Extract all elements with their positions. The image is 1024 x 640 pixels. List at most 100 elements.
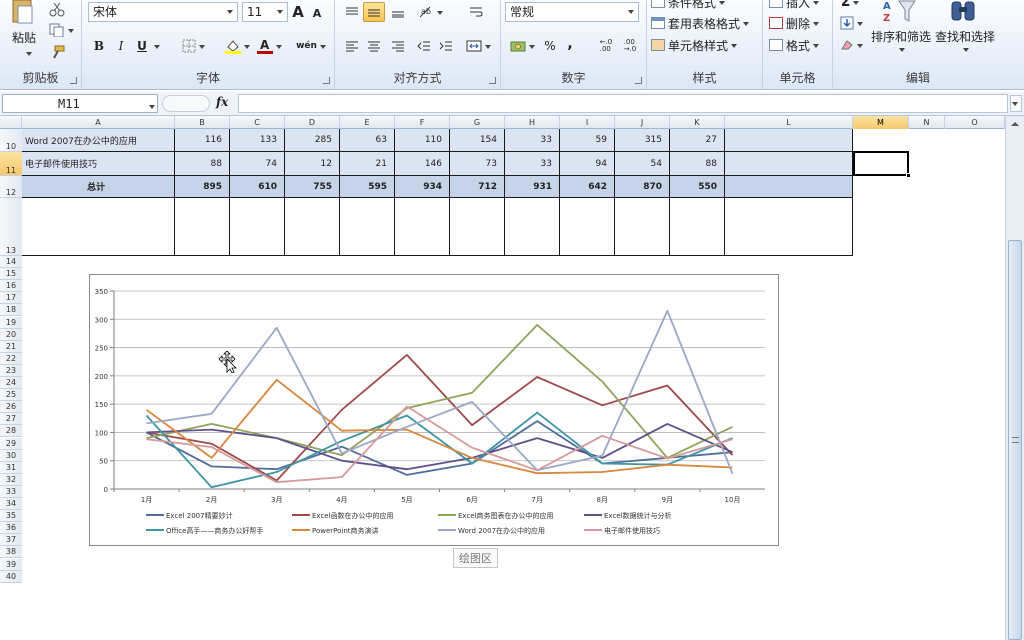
column-header[interactable]: D	[285, 116, 340, 129]
bold-button[interactable]: B	[90, 36, 108, 56]
column-header[interactable]: M	[853, 116, 909, 129]
empty-cell[interactable]	[22, 198, 175, 256]
value-cell[interactable]: 94	[560, 152, 615, 176]
name-box[interactable]: M11	[2, 94, 158, 113]
find-binoculars-icon[interactable]	[947, 0, 979, 26]
column-header[interactable]: O	[945, 116, 1005, 129]
row-header[interactable]: 30	[0, 449, 22, 462]
row-header[interactable]: 39	[0, 558, 22, 571]
delete-cells-button[interactable]: 删除	[769, 14, 820, 32]
value-cell[interactable]: 88	[670, 152, 725, 176]
vertical-scrollbar[interactable]	[1005, 116, 1024, 640]
value-cell[interactable]: 154	[450, 129, 505, 152]
value-cell[interactable]: 285	[285, 129, 340, 152]
row-header[interactable]: 26	[0, 401, 22, 414]
conditional-format-button[interactable]: 条件格式	[651, 0, 726, 11]
value-cell[interactable]: 59	[560, 129, 615, 152]
paste-icon[interactable]	[6, 0, 40, 24]
row-header[interactable]: 40	[0, 570, 22, 583]
empty-cell[interactable]	[725, 198, 853, 256]
cut-icon[interactable]	[48, 2, 66, 18]
value-cell[interactable]: 895	[175, 176, 230, 198]
scroll-thumb[interactable]	[1008, 240, 1022, 640]
sort-filter-icon[interactable]: AZ	[873, 0, 929, 26]
row-header[interactable]: 11	[0, 152, 22, 176]
row-header[interactable]: 23	[0, 364, 22, 377]
fill-icon[interactable]	[839, 14, 863, 32]
format-cells-button[interactable]: 格式	[769, 36, 820, 54]
value-cell[interactable]: 595	[340, 176, 395, 198]
find-select-button[interactable]: 查找和选择	[933, 28, 997, 44]
number-launcher-icon[interactable]	[635, 77, 642, 84]
value-cell[interactable]: 74	[230, 152, 285, 176]
clear-icon[interactable]	[839, 36, 863, 54]
row-header[interactable]: 31	[0, 461, 22, 474]
empty-cell[interactable]	[670, 198, 725, 256]
row-header[interactable]: 14	[0, 256, 22, 269]
empty-cell[interactable]	[230, 198, 285, 256]
empty-cell[interactable]	[505, 198, 560, 256]
value-cell[interactable]: 12	[285, 152, 340, 176]
select-all-corner[interactable]	[0, 116, 22, 129]
paste-dropdown-icon[interactable]	[22, 48, 32, 58]
alignment-launcher-icon[interactable]	[489, 77, 496, 84]
insert-function-button[interactable]: fx	[216, 95, 228, 109]
line-chart[interactable]: 0 50 100 150 200 250 300 350 1月 2月 3月 4月 5月 6月 7月 8月 9月 1…	[89, 274, 779, 546]
column-header[interactable]: C	[230, 116, 285, 129]
value-cell[interactable]: 110	[395, 129, 450, 152]
row-label-cell[interactable]: 电子邮件使用技巧	[22, 152, 175, 176]
cell-styles-button[interactable]: 单元格样式	[651, 36, 738, 54]
phonetic-button[interactable]: wén	[296, 36, 326, 56]
column-header[interactable]: N	[909, 116, 945, 129]
scroll-up-icon[interactable]	[1009, 118, 1021, 130]
copy-icon[interactable]	[48, 22, 74, 38]
autosum-button[interactable]: Σ	[839, 0, 861, 10]
row-header[interactable]: 15	[0, 268, 22, 281]
row-header[interactable]: 13	[0, 198, 22, 256]
value-cell[interactable]: 146	[395, 152, 450, 176]
worksheet-grid[interactable]: ABCDEFGHIJKLMNO 10 11 12 13 14 15 16 17 18 19 20 21…	[0, 116, 1024, 640]
find-select-dropdown-icon[interactable]	[959, 44, 969, 54]
empty-cell[interactable]	[560, 198, 615, 256]
column-header[interactable]: I	[560, 116, 615, 129]
format-painter-icon[interactable]	[48, 44, 66, 60]
align-top-icon[interactable]	[341, 2, 363, 22]
table-format-button[interactable]: 套用表格格式	[651, 14, 750, 32]
shrink-font-button[interactable]: A	[310, 4, 324, 22]
align-left-icon[interactable]	[341, 36, 363, 56]
sort-filter-dropdown-icon[interactable]	[895, 44, 905, 54]
value-cell[interactable]: 712	[450, 176, 505, 198]
row-header[interactable]: 18	[0, 304, 22, 317]
column-header[interactable]: J	[615, 116, 670, 129]
decrease-decimal-icon[interactable]: .00 →.0	[619, 36, 641, 56]
row-header[interactable]: 16	[0, 280, 22, 293]
wrap-text-icon[interactable]	[465, 2, 487, 22]
value-cell[interactable]: 54	[615, 152, 670, 176]
row-header[interactable]: 32	[0, 473, 22, 486]
underline-button[interactable]: U	[134, 36, 150, 56]
underline-dropdown-icon[interactable]	[150, 38, 160, 54]
value-cell[interactable]: 88	[175, 152, 230, 176]
increase-indent-icon[interactable]	[435, 36, 457, 56]
value-cell[interactable]: 27	[670, 129, 725, 152]
font-launcher-icon[interactable]	[323, 77, 330, 84]
font-size-select[interactable]: 11	[242, 2, 288, 22]
empty-cell[interactable]	[340, 198, 395, 256]
empty-cell-l[interactable]	[725, 176, 853, 198]
empty-cell[interactable]	[615, 198, 670, 256]
column-header[interactable]: B	[175, 116, 230, 129]
row-header[interactable]: 21	[0, 340, 22, 353]
active-cell[interactable]	[853, 151, 909, 176]
increase-decimal-icon[interactable]: ←.0.00	[595, 36, 617, 56]
value-cell[interactable]: 550	[670, 176, 725, 198]
value-cell[interactable]: 755	[285, 176, 340, 198]
align-center-icon[interactable]	[363, 36, 385, 56]
row-label-cell[interactable]: 总计	[22, 176, 175, 198]
name-box-dropdown-icon[interactable]	[146, 101, 155, 115]
row-header[interactable]: 19	[0, 316, 22, 329]
column-header[interactable]: E	[340, 116, 395, 129]
empty-cell[interactable]	[395, 198, 450, 256]
align-bottom-icon[interactable]	[387, 2, 409, 22]
italic-button[interactable]: I	[112, 36, 130, 56]
column-header[interactable]: A	[22, 116, 175, 129]
